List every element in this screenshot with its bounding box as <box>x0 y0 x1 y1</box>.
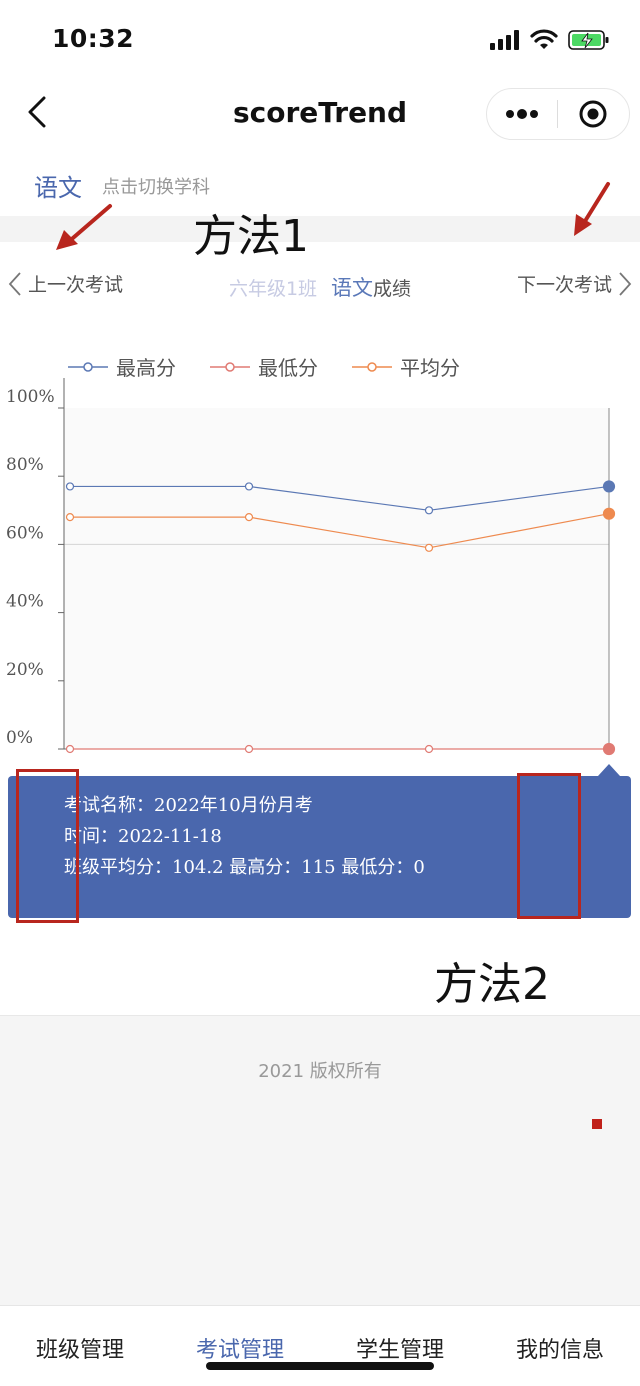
data-point <box>424 744 434 754</box>
legend-item-avg[interactable]: 平均分 <box>352 352 460 381</box>
class-name: 六年级1班 <box>228 278 318 300</box>
tooltip-caret <box>598 764 620 776</box>
legend-label-max: 最高分 <box>116 356 176 380</box>
annotation-arrow-right <box>574 182 610 236</box>
copyright-text: 2021 版权所有 <box>258 1061 382 1082</box>
annotation-method2: 方法2 <box>434 959 550 1010</box>
data-point <box>244 744 254 754</box>
annotation-box-right <box>517 773 581 919</box>
next-exam-button[interactable]: 下一次考试 <box>517 270 632 297</box>
red-marker <box>592 1119 602 1129</box>
data-point <box>602 507 616 520</box>
y-tick-label: 40% <box>6 592 44 612</box>
more-button[interactable] <box>487 89 557 139</box>
status-icons <box>490 28 610 52</box>
legend-marker-max <box>68 361 108 372</box>
tooltip-exam-name: 考试名称：2022年10月份月考 <box>64 795 313 816</box>
legend-item-min[interactable]: 最低分 <box>210 352 318 381</box>
y-tick-label: 20% <box>6 660 44 680</box>
data-point <box>424 506 434 515</box>
annotation-box-left <box>16 769 79 923</box>
title-subject: 语文 <box>331 276 374 300</box>
y-tick-label: 0% <box>6 728 33 748</box>
legend-marker-avg <box>352 361 392 372</box>
wifi-icon <box>530 29 558 49</box>
data-point <box>244 513 254 522</box>
home-indicator <box>206 1362 434 1370</box>
chart-legend: 最高分 最低分 平均分 <box>68 352 460 381</box>
more-dots-icon <box>506 109 538 119</box>
data-point <box>602 742 616 756</box>
legend-marker-min <box>210 361 250 372</box>
legend-label-avg: 平均分 <box>400 356 460 380</box>
tab-class-management[interactable]: 班级管理 <box>0 1306 160 1386</box>
next-exam-label: 下一次考试 <box>516 274 612 296</box>
y-tick-label: 60% <box>6 523 44 543</box>
data-point <box>65 744 75 754</box>
annotation-arrow-left <box>56 204 112 250</box>
status-time: 10:32 <box>52 24 135 53</box>
data-point <box>424 543 434 552</box>
tooltip-exam-date: 时间：2022-11-18 <box>64 826 222 847</box>
data-point <box>65 482 75 491</box>
annotation-method1: 方法1 <box>193 211 309 262</box>
chevron-right-icon <box>619 271 632 296</box>
y-tick-label: 100% <box>6 387 55 407</box>
subject-switch-hint: 点击切换学科 <box>102 177 210 198</box>
bottom-tab-bar: 班级管理 考试管理 学生管理 我的信息 <box>0 1305 640 1386</box>
data-point <box>602 480 616 493</box>
title-suffix: 成绩 <box>373 278 412 300</box>
target-close-icon <box>579 100 607 128</box>
mini-program-capsule <box>486 88 630 140</box>
data-point <box>65 513 75 522</box>
tab-my-info[interactable]: 我的信息 <box>480 1306 640 1386</box>
tab-exam-management[interactable]: 考试管理 <box>160 1306 320 1386</box>
y-tick-label: 80% <box>6 455 44 475</box>
legend-label-min: 最低分 <box>258 356 318 380</box>
tooltip-score-summary: 班级平均分：104.2 最高分：115 最低分：0 <box>64 857 425 878</box>
close-miniprogram-button[interactable] <box>558 89 628 139</box>
signal-icon <box>490 30 519 50</box>
battery-charging-icon <box>568 30 609 50</box>
tab-student-management[interactable]: 学生管理 <box>320 1306 480 1386</box>
subject-selector[interactable]: 语文 <box>34 168 82 203</box>
plot-area <box>64 408 609 749</box>
score-trend-chart[interactable]: 0% 20% 40% 60% 80% 100% <box>0 378 640 763</box>
legend-item-max[interactable]: 最高分 <box>68 352 176 381</box>
data-point <box>244 482 254 491</box>
